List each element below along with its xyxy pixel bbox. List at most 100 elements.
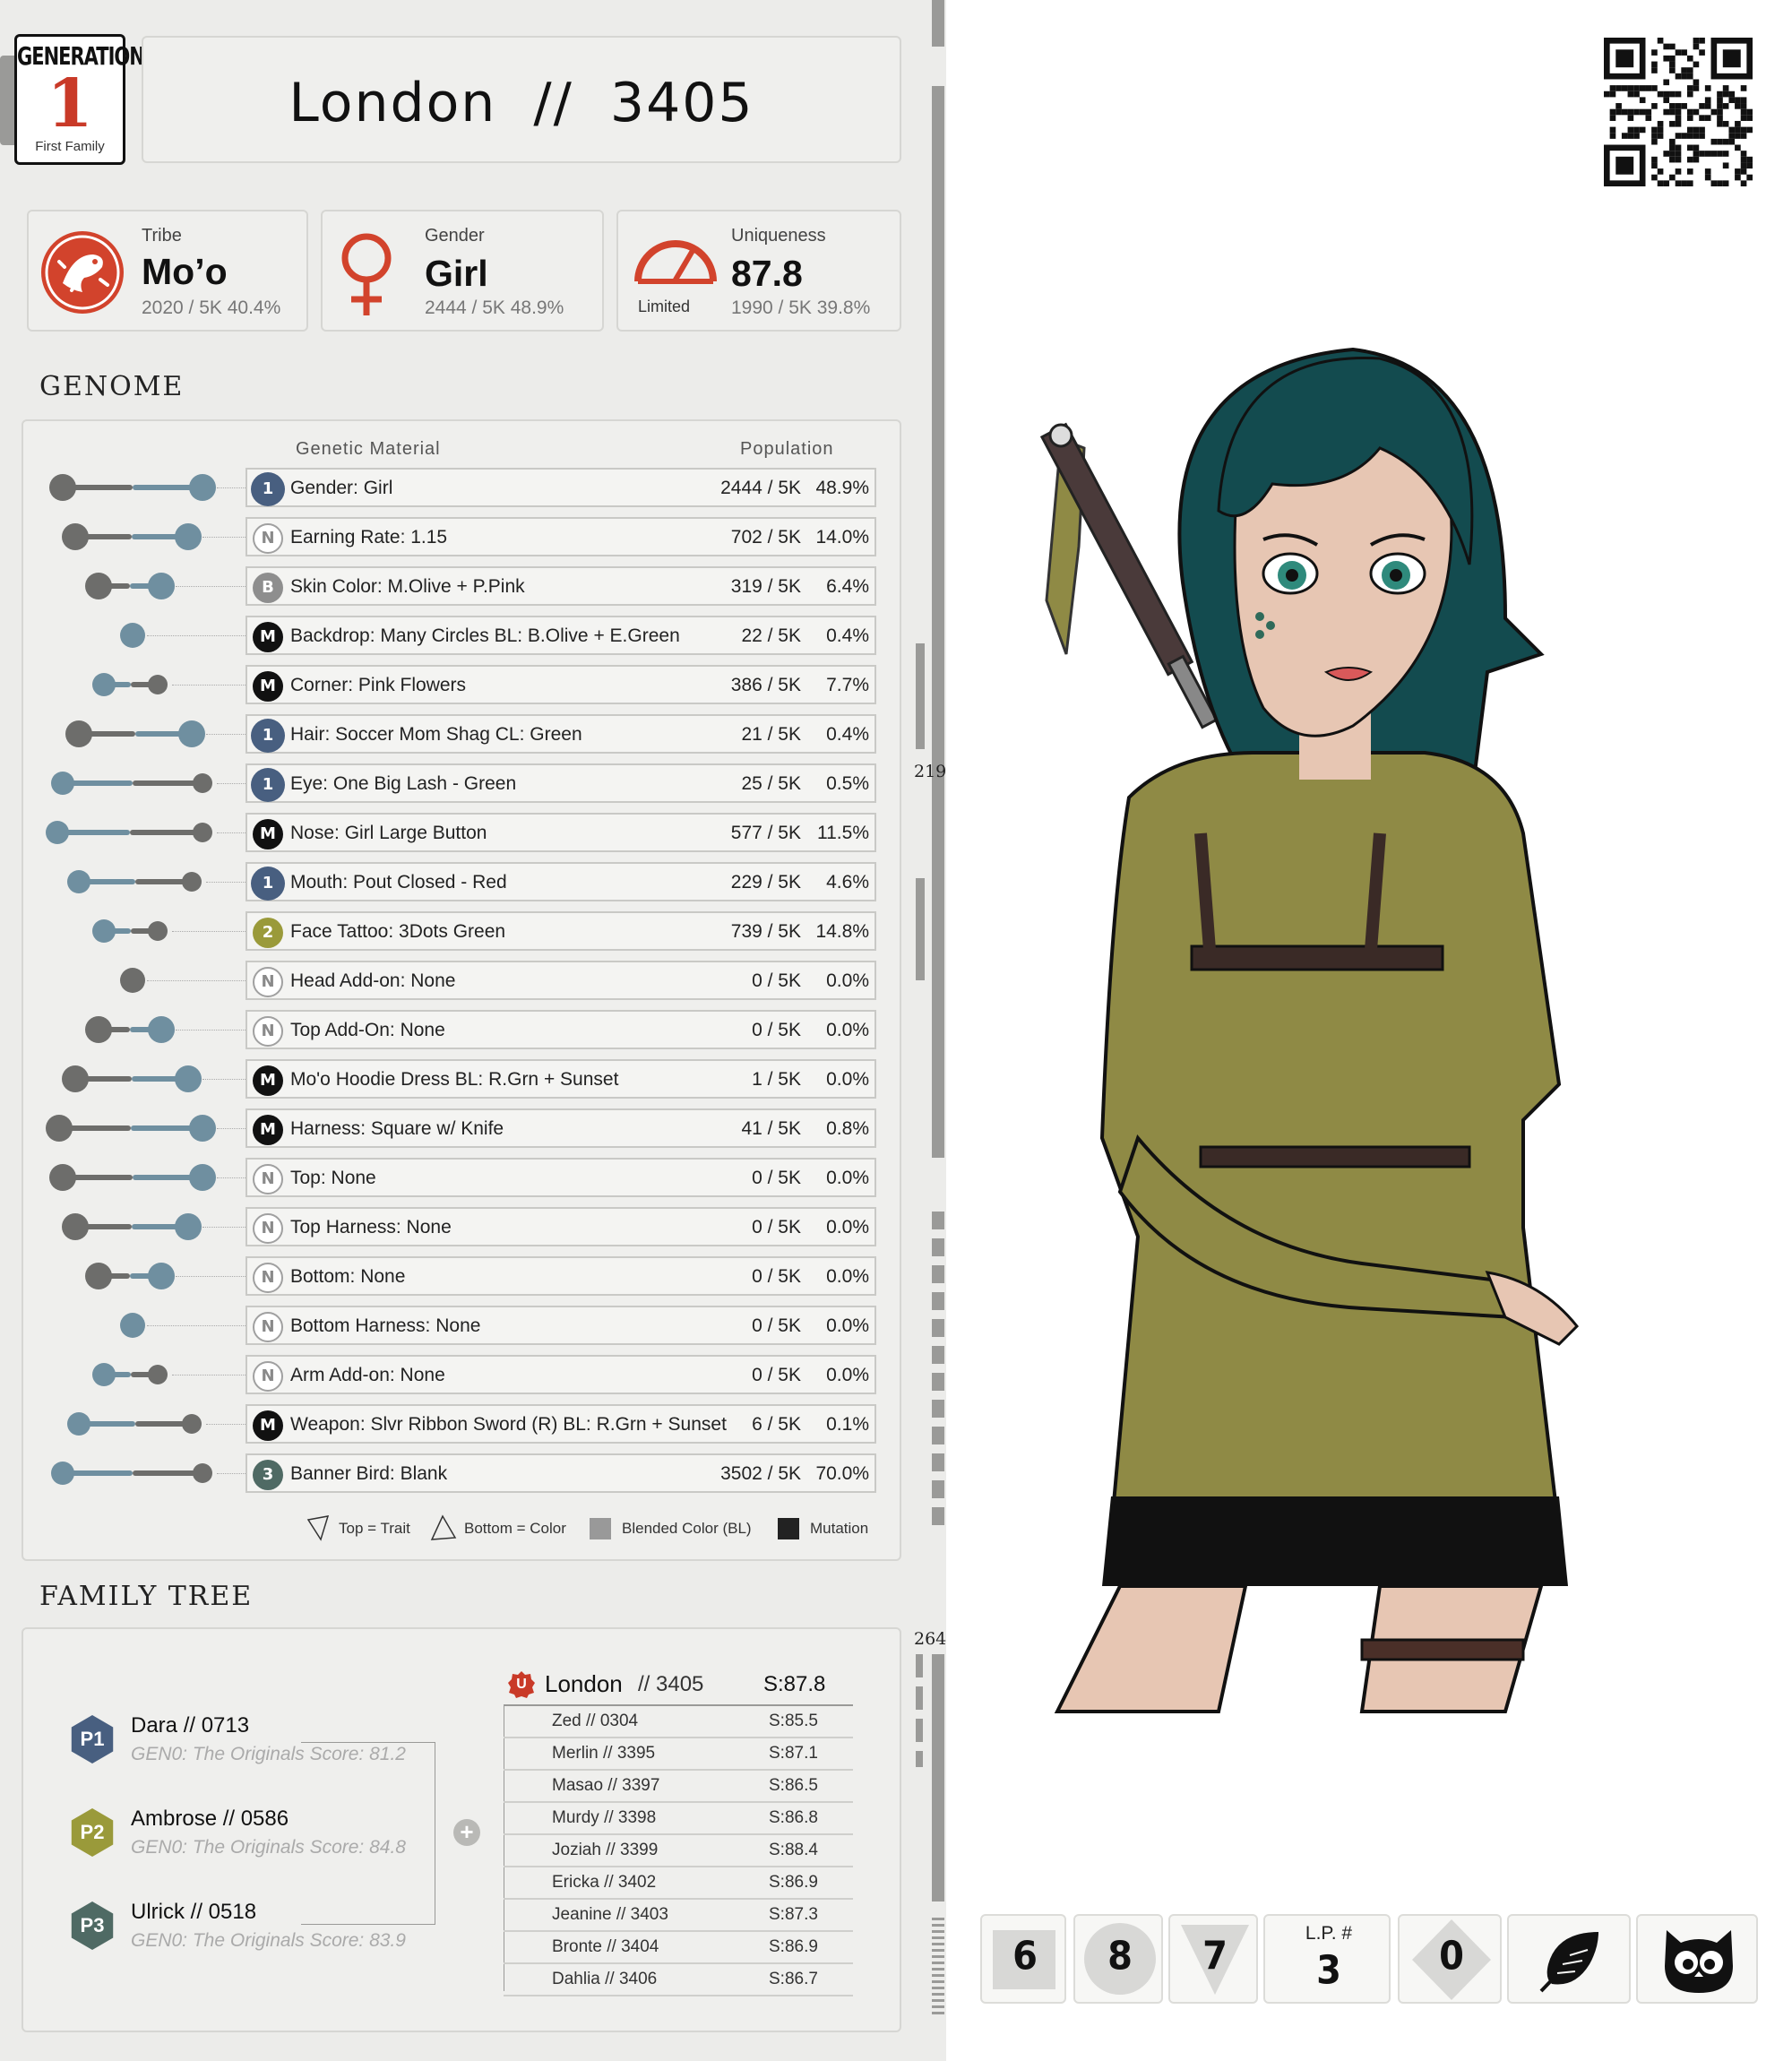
gene-name: Top: None [290,1168,376,1188]
scroll-segment[interactable] [932,1654,944,1901]
trait-card-triangle[interactable]: 7 [1168,1914,1258,2004]
gene-row[interactable]: N Head Add-on: None 0 / 5K 0.0% [246,961,876,1000]
uniqueness-label: Uniqueness [731,226,826,246]
trait-card-circle[interactable]: 8 [1073,1914,1163,2004]
gender-label: Gender [425,226,485,246]
gene-dot-left [51,1462,74,1485]
sibling-row[interactable]: Merlin // 3395 S:87.1 [504,1738,853,1771]
trait-card-owl[interactable] [1636,1914,1758,2004]
gender-population: 2444 / 5K 48.9% [425,298,564,318]
generation-label: GENERATION [17,42,145,71]
sibling-name: Joziah // 3399 [552,1841,659,1859]
trait-card-lp[interactable]: L.P. # 3 [1263,1914,1391,2004]
gene-slider [0,1213,233,1240]
gene-badge: N [253,1016,283,1047]
parent-1-name[interactable]: Dara // 0713 [131,1713,249,1738]
gene-slider [0,819,233,846]
lp-label: L.P. # [1305,1923,1353,1944]
gene-slider [0,1065,233,1092]
scroll-ticks[interactable] [932,1918,944,2016]
sibling-row[interactable]: Dahlia // 3406 S:86.7 [504,1964,853,1996]
legend-color: Bottom = Color [464,1520,566,1537]
gene-name: Nose: Girl Large Button [290,823,487,843]
sibling-name: Merlin // 3395 [552,1744,656,1763]
gene-row[interactable]: N Top: None 0 / 5K 0.0% [246,1158,876,1197]
sibling-row[interactable]: Joziah // 3399 S:88.4 [504,1835,853,1867]
gene-row[interactable]: 1 Gender: Girl 2444 / 5K 48.9% [246,468,876,507]
gene-dot-left [92,673,116,696]
gene-name: Earning Rate: 1.15 [290,527,448,548]
gene-count: 3502 / 5K [720,1463,801,1484]
gene-row[interactable]: M Mo'o Hoodie Dress BL: R.Grn + Sunset 1 /… [246,1059,876,1099]
trait-card-square[interactable]: 6 [980,1914,1066,2004]
sibling-row[interactable]: Murdy // 3398 S:86.8 [504,1803,853,1835]
gene-dot-right [148,1016,175,1043]
gene-name: Mo'o Hoodie Dress BL: R.Grn + Sunset [290,1069,619,1090]
sibling-score: S:88.4 [769,1841,818,1859]
gene-row[interactable]: M Corner: Pink Flowers 386 / 5K 7.7% [246,665,876,704]
gene-dot-right [175,1065,202,1092]
scroll-segment[interactable] [916,643,925,749]
gene-row[interactable]: N Bottom Harness: None 0 / 5K 0.0% [246,1306,876,1345]
scroll-ticks[interactable] [916,1654,923,1767]
sibling-row[interactable]: Masao // 3397 S:86.5 [504,1771,853,1803]
sibling-row[interactable]: Bronte // 3404 S:86.9 [504,1932,853,1964]
gene-row[interactable]: N Top Harness: None 0 / 5K 0.0% [246,1207,876,1246]
gene-dot-right [148,675,168,694]
gene-row[interactable]: 3 Banner Bird: Blank 3502 / 5K 70.0% [246,1453,876,1493]
sibling-row[interactable]: Jeanine // 3403 S:87.3 [504,1900,853,1932]
gene-name: Backdrop: Many Circles BL: B.Olive + E.G… [290,625,680,646]
scroll-segment[interactable] [932,86,944,1158]
trait-card-diamond[interactable]: 0 [1398,1914,1502,2004]
gene-row[interactable]: M Weapon: Slvr Ribbon Sword (R) BL: R.Grn… [246,1404,876,1444]
gene-leader [202,537,246,538]
gene-row[interactable]: M Nose: Girl Large Button 577 / 5K 11.5% [246,813,876,852]
gene-dot-right [175,523,202,550]
gene-row[interactable]: M Backdrop: Many Circles BL: B.Olive + E.… [246,616,876,655]
gene-badge: N [253,523,283,554]
parent-bracket [301,1742,435,1925]
sibling-score: S:86.9 [769,1937,818,1956]
character-illustration [1039,347,1580,1713]
gene-dot-left [49,1164,76,1191]
gene-row[interactable]: 2 Face Tattoo: 3Dots Green 739 / 5K 14.8% [246,911,876,951]
gene-row[interactable]: N Bottom: None 0 / 5K 0.0% [246,1256,876,1296]
gene-percent: 0.0% [826,1315,869,1336]
gene-row[interactable]: B Skin Color: M.Olive + P.Pink 319 / 5K 6.4… [246,566,876,606]
scroll-ticks[interactable] [932,1212,944,1531]
gene-dot-left [92,1363,116,1386]
self-id: // 3405 [638,1672,704,1696]
sibling-row[interactable]: Zed // 0304 S:85.5 [504,1706,853,1738]
qr-code[interactable] [1604,38,1753,186]
gene-row[interactable]: N Earning Rate: 1.15 702 / 5K 14.0% [246,517,876,556]
parent-3-name[interactable]: Ulrick // 0518 [131,1900,256,1925]
gene-name: Eye: One Big Lash - Green [290,773,517,794]
gene-leader [206,734,246,735]
uniqueness-value: 87.8 [731,253,803,294]
generation-number: 1 [47,65,93,142]
gene-row[interactable]: 1 Hair: Soccer Mom Shag CL: Green 21 / 5K 0… [246,714,876,754]
scroll-segment[interactable] [932,0,944,47]
gene-row[interactable]: 1 Eye: One Big Lash - Green 25 / 5K 0.5% [246,763,876,803]
gene-row[interactable]: N Arm Add-on: None 0 / 5K 0.0% [246,1355,876,1394]
gene-row[interactable]: N Top Add-On: None 0 / 5K 0.0% [246,1010,876,1049]
gene-leader [147,980,246,981]
gene-percent: 0.0% [826,1020,869,1040]
gene-leader [202,1227,246,1228]
trait-card-leaf[interactable] [1507,1914,1631,2004]
gene-badge: N [253,1164,283,1194]
gene-dot-right [182,872,202,892]
gene-row[interactable]: 1 Mouth: Pout Closed - Red 229 / 5K 4.6% [246,862,876,901]
gene-leader [176,1276,246,1277]
page-title: London // 3405 [143,72,900,134]
gene-badge: M [253,1115,283,1145]
gene-row[interactable]: M Harness: Square w/ Knife 41 / 5K 0.8% [246,1108,876,1148]
gene-count: 0 / 5K [752,1365,801,1385]
gene-dot-left [85,1263,112,1289]
gene-dot-right [148,1365,168,1384]
sibling-score: S:86.7 [769,1970,818,1988]
parent-2-name[interactable]: Ambrose // 0586 [131,1807,289,1832]
scroll-segment[interactable] [916,878,925,980]
gene-slider [0,1410,233,1437]
sibling-row[interactable]: Ericka // 3402 S:86.9 [504,1867,853,1900]
